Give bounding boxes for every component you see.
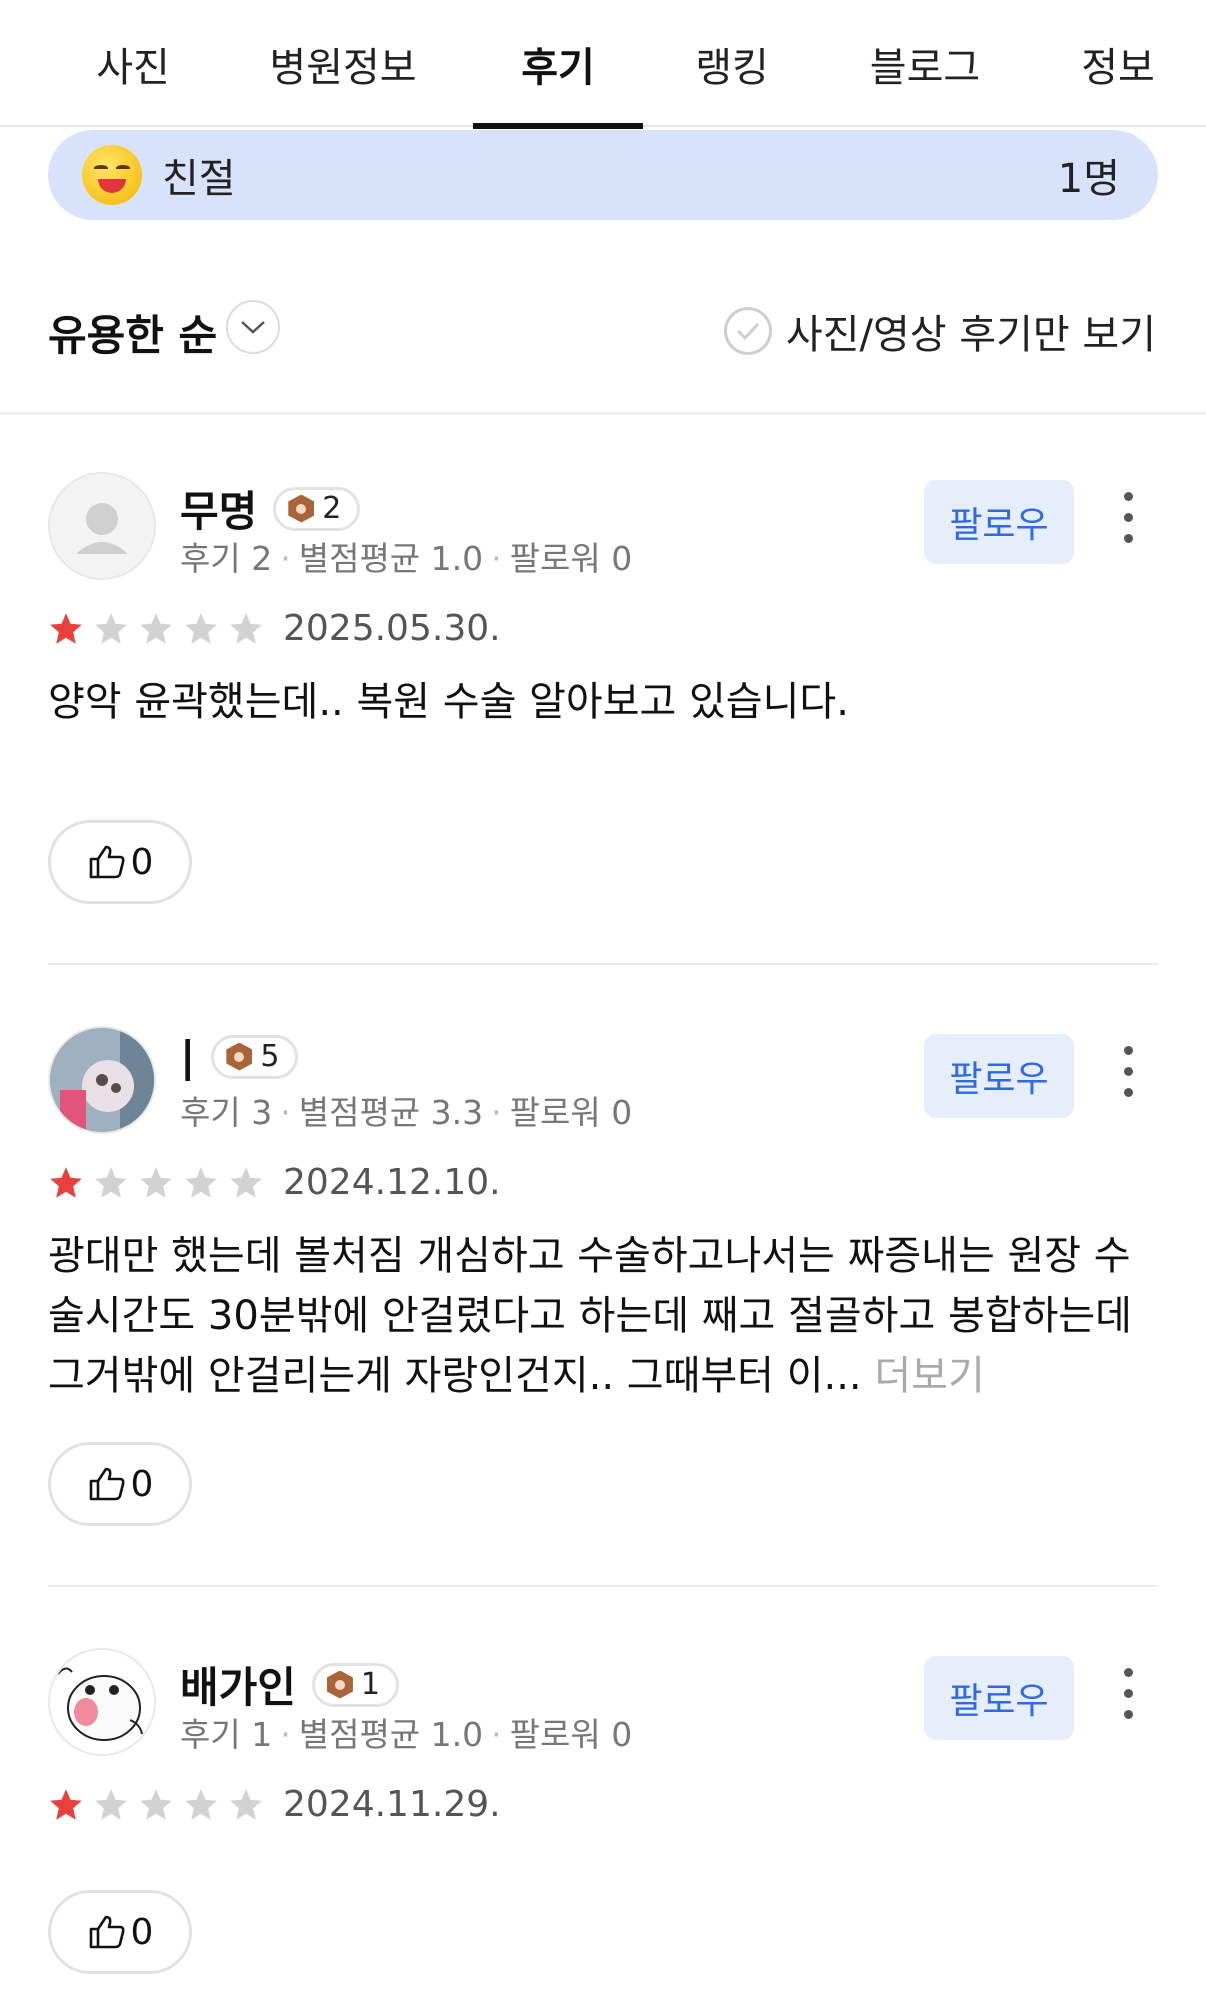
more-options-icon[interactable]: [1110, 492, 1146, 552]
review-date: 2024.11.29.: [283, 1784, 501, 1825]
tab-label: 후기: [521, 44, 595, 91]
star-empty-icon: [185, 1166, 217, 1198]
star-rating: 2024.12.10.: [48, 1162, 501, 1203]
follow-button[interactable]: 팔로우: [924, 1656, 1074, 1740]
keyword-count: 1명: [1057, 156, 1120, 202]
tab-label: 랭킹: [695, 44, 769, 91]
thumbs-up-icon: [89, 845, 125, 879]
tab-ranking[interactable]: 랭킹: [642, 0, 822, 127]
review-divider: [48, 963, 1158, 965]
follow-button[interactable]: 팔로우: [924, 480, 1074, 564]
thumbs-up-icon: [89, 1915, 125, 1949]
level-badge: 1: [311, 1662, 400, 1707]
star-empty-icon: [230, 1166, 262, 1198]
level-number: 2: [322, 491, 342, 526]
star-filled-icon: [50, 1788, 82, 1820]
tab-blog[interactable]: 블로그: [835, 0, 1015, 127]
photo-video-filter-toggle[interactable]: 사진/영상 후기만 보기: [723, 302, 1156, 360]
level-hexagon-icon: [226, 1042, 253, 1071]
level-badge: 5: [211, 1034, 299, 1079]
avatar[interactable]: [48, 1648, 156, 1756]
star-empty-icon: [140, 1166, 172, 1198]
follower-count: 팔로워 0: [509, 1093, 633, 1132]
like-count: 0: [130, 841, 154, 883]
tab-hospital-info[interactable]: 병원정보: [253, 0, 433, 127]
reviewer-stats: 후기 1 · 별점평균 1.0 · 팔로워 0: [180, 1715, 633, 1754]
star-rating: 2024.11.29.: [48, 1784, 501, 1825]
more-options-icon[interactable]: [1110, 1046, 1146, 1106]
star-empty-icon: [230, 612, 262, 644]
like-count: 0: [130, 1463, 154, 1505]
star-empty-icon: [140, 1788, 172, 1820]
follower-count: 팔로워 0: [509, 1715, 633, 1754]
level-number: 1: [360, 1667, 381, 1702]
filter-label: 사진/영상 후기만 보기: [785, 312, 1156, 358]
level-hexagon-icon: [326, 1670, 353, 1699]
active-tab-indicator: [473, 123, 643, 129]
follower-count: 팔로워 0: [509, 539, 633, 578]
reviewer-name[interactable]: |: [180, 1032, 195, 1081]
tab-reviews[interactable]: 후기: [468, 0, 648, 129]
reviewer-name[interactable]: 배가인: [180, 1654, 296, 1715]
chevron-down-icon[interactable]: [226, 300, 280, 354]
star-filled-icon: [50, 612, 82, 644]
tab-label: 병원정보: [269, 44, 417, 91]
check-circle-icon: [723, 307, 772, 355]
review-date: 2024.12.10.: [283, 1162, 501, 1203]
avatar[interactable]: [48, 472, 156, 580]
reviewer-stats: 후기 2 · 별점평균 1.0 · 팔로워 0: [180, 539, 633, 578]
tab-label: 정보: [1081, 44, 1155, 91]
keyword-label: 친절: [162, 156, 236, 202]
tab-bar: 사진 병원정보 후기 랭킹 블로그 정보: [0, 0, 1206, 129]
avatar[interactable]: [48, 1026, 156, 1134]
tab-photos[interactable]: 사진: [43, 0, 223, 127]
like-button[interactable]: 0: [48, 1442, 192, 1526]
review-text: 광대만 했는데 볼처짐 개심하고 수술하고나서는 짜증내는 원장 수술시간도 3…: [48, 1226, 1163, 1406]
sort-dropdown-label[interactable]: 유용한 순: [48, 302, 217, 363]
star-empty-icon: [95, 612, 127, 644]
like-button[interactable]: 0: [48, 1890, 192, 1974]
section-divider: [0, 412, 1206, 415]
star-empty-icon: [140, 612, 172, 644]
review-count: 후기 2: [180, 539, 273, 578]
thumbs-up-icon: [89, 1467, 125, 1501]
star-empty-icon: [185, 612, 217, 644]
star-empty-icon: [95, 1166, 127, 1198]
grinning-face-icon: [82, 145, 142, 205]
level-hexagon-icon: [288, 494, 315, 523]
sort-filter-bar: 유용한 순 사진/영상 후기만 보기: [0, 290, 1206, 370]
level-badge: 2: [273, 486, 361, 531]
tab-label: 블로그: [869, 44, 981, 91]
star-empty-icon: [230, 1788, 262, 1820]
rating-average: 별점평균 1.0: [298, 1715, 484, 1754]
star-empty-icon: [95, 1788, 127, 1820]
more-options-icon[interactable]: [1110, 1668, 1146, 1728]
review-divider: [48, 1585, 1158, 1587]
rating-average: 별점평균 3.3: [298, 1093, 484, 1132]
rating-average: 별점평균 1.0: [298, 539, 484, 578]
review-text: 양악 윤곽했는데.. 복원 수술 알아보고 있습니다.: [48, 679, 849, 725]
reviewer-stats: 후기 3 · 별점평균 3.3 · 팔로워 0: [180, 1093, 633, 1132]
star-empty-icon: [185, 1788, 217, 1820]
review-count: 후기 1: [180, 1715, 273, 1754]
tab-label: 사진: [96, 44, 170, 91]
follow-button[interactable]: 팔로우: [924, 1034, 1074, 1118]
read-more-link[interactable]: 더보기: [874, 1353, 984, 1399]
review-count: 후기 3: [180, 1093, 273, 1132]
review-date: 2025.05.30.: [283, 608, 501, 649]
keyword-summary-pill[interactable]: 친절 1명: [48, 130, 1158, 220]
reviewer-name[interactable]: 무명: [180, 478, 257, 539]
level-number: 5: [260, 1039, 280, 1074]
star-rating: 2025.05.30.: [48, 608, 501, 649]
like-count: 0: [130, 1911, 154, 1953]
like-button[interactable]: 0: [48, 820, 192, 904]
star-filled-icon: [50, 1166, 82, 1198]
tab-info[interactable]: 정보: [1030, 0, 1206, 127]
